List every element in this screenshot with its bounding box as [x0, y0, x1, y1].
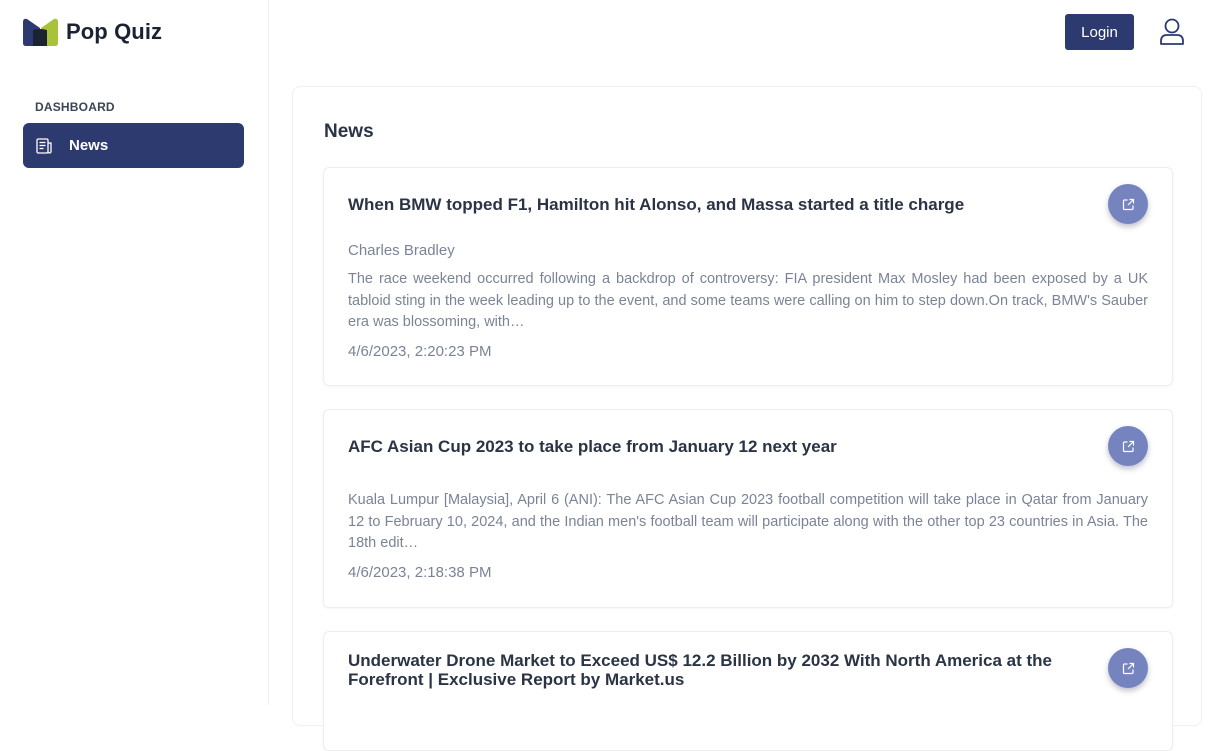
user-icon — [1160, 18, 1184, 45]
news-card: Underwater Drone Market to Exceed US$ 12… — [323, 631, 1173, 751]
news-description: Kuala Lumpur [Malaysia], April 6 (ANI): … — [348, 492, 1148, 551]
app-logo[interactable]: Pop Quiz — [23, 18, 162, 46]
user-profile-button[interactable] — [1157, 16, 1187, 46]
news-title: Underwater Drone Market to Exceed US$ 12… — [348, 651, 1052, 689]
sidebar-item-news[interactable]: News — [23, 123, 244, 168]
sidebar: Pop Quiz DASHBOARD News — [0, 0, 269, 705]
open-article-button[interactable] — [1108, 648, 1148, 688]
login-button[interactable]: Login — [1065, 14, 1134, 50]
news-date: 4/6/2023, 2:20:23 PM — [348, 343, 492, 360]
newspaper-icon — [36, 137, 52, 154]
sidebar-section-label: DASHBOARD — [35, 100, 115, 114]
external-link-icon — [1122, 440, 1134, 452]
news-description: The race weekend occurred following a ba… — [348, 271, 1148, 330]
pop-quiz-logo-icon — [23, 18, 58, 46]
news-panel: News When BMW topped F1, Hamilton hit Al… — [292, 86, 1202, 751]
news-card: AFC Asian Cup 2023 to take place from Ja… — [323, 409, 1173, 608]
external-link-icon — [1122, 198, 1134, 210]
news-card: When BMW topped F1, Hamilton hit Alonso,… — [323, 167, 1173, 386]
open-article-button[interactable] — [1108, 426, 1148, 466]
news-title: When BMW topped F1, Hamilton hit Alonso,… — [348, 195, 965, 214]
news-title: AFC Asian Cup 2023 to take place from Ja… — [348, 437, 837, 456]
sidebar-item-label: News — [69, 137, 109, 154]
external-link-icon — [1122, 662, 1134, 674]
open-article-button[interactable] — [1108, 184, 1148, 224]
news-author: Charles Bradley — [348, 242, 455, 259]
page-title: News — [324, 121, 374, 142]
app-name: Pop Quiz — [66, 19, 163, 44]
news-date: 4/6/2023, 2:18:38 PM — [348, 564, 492, 581]
